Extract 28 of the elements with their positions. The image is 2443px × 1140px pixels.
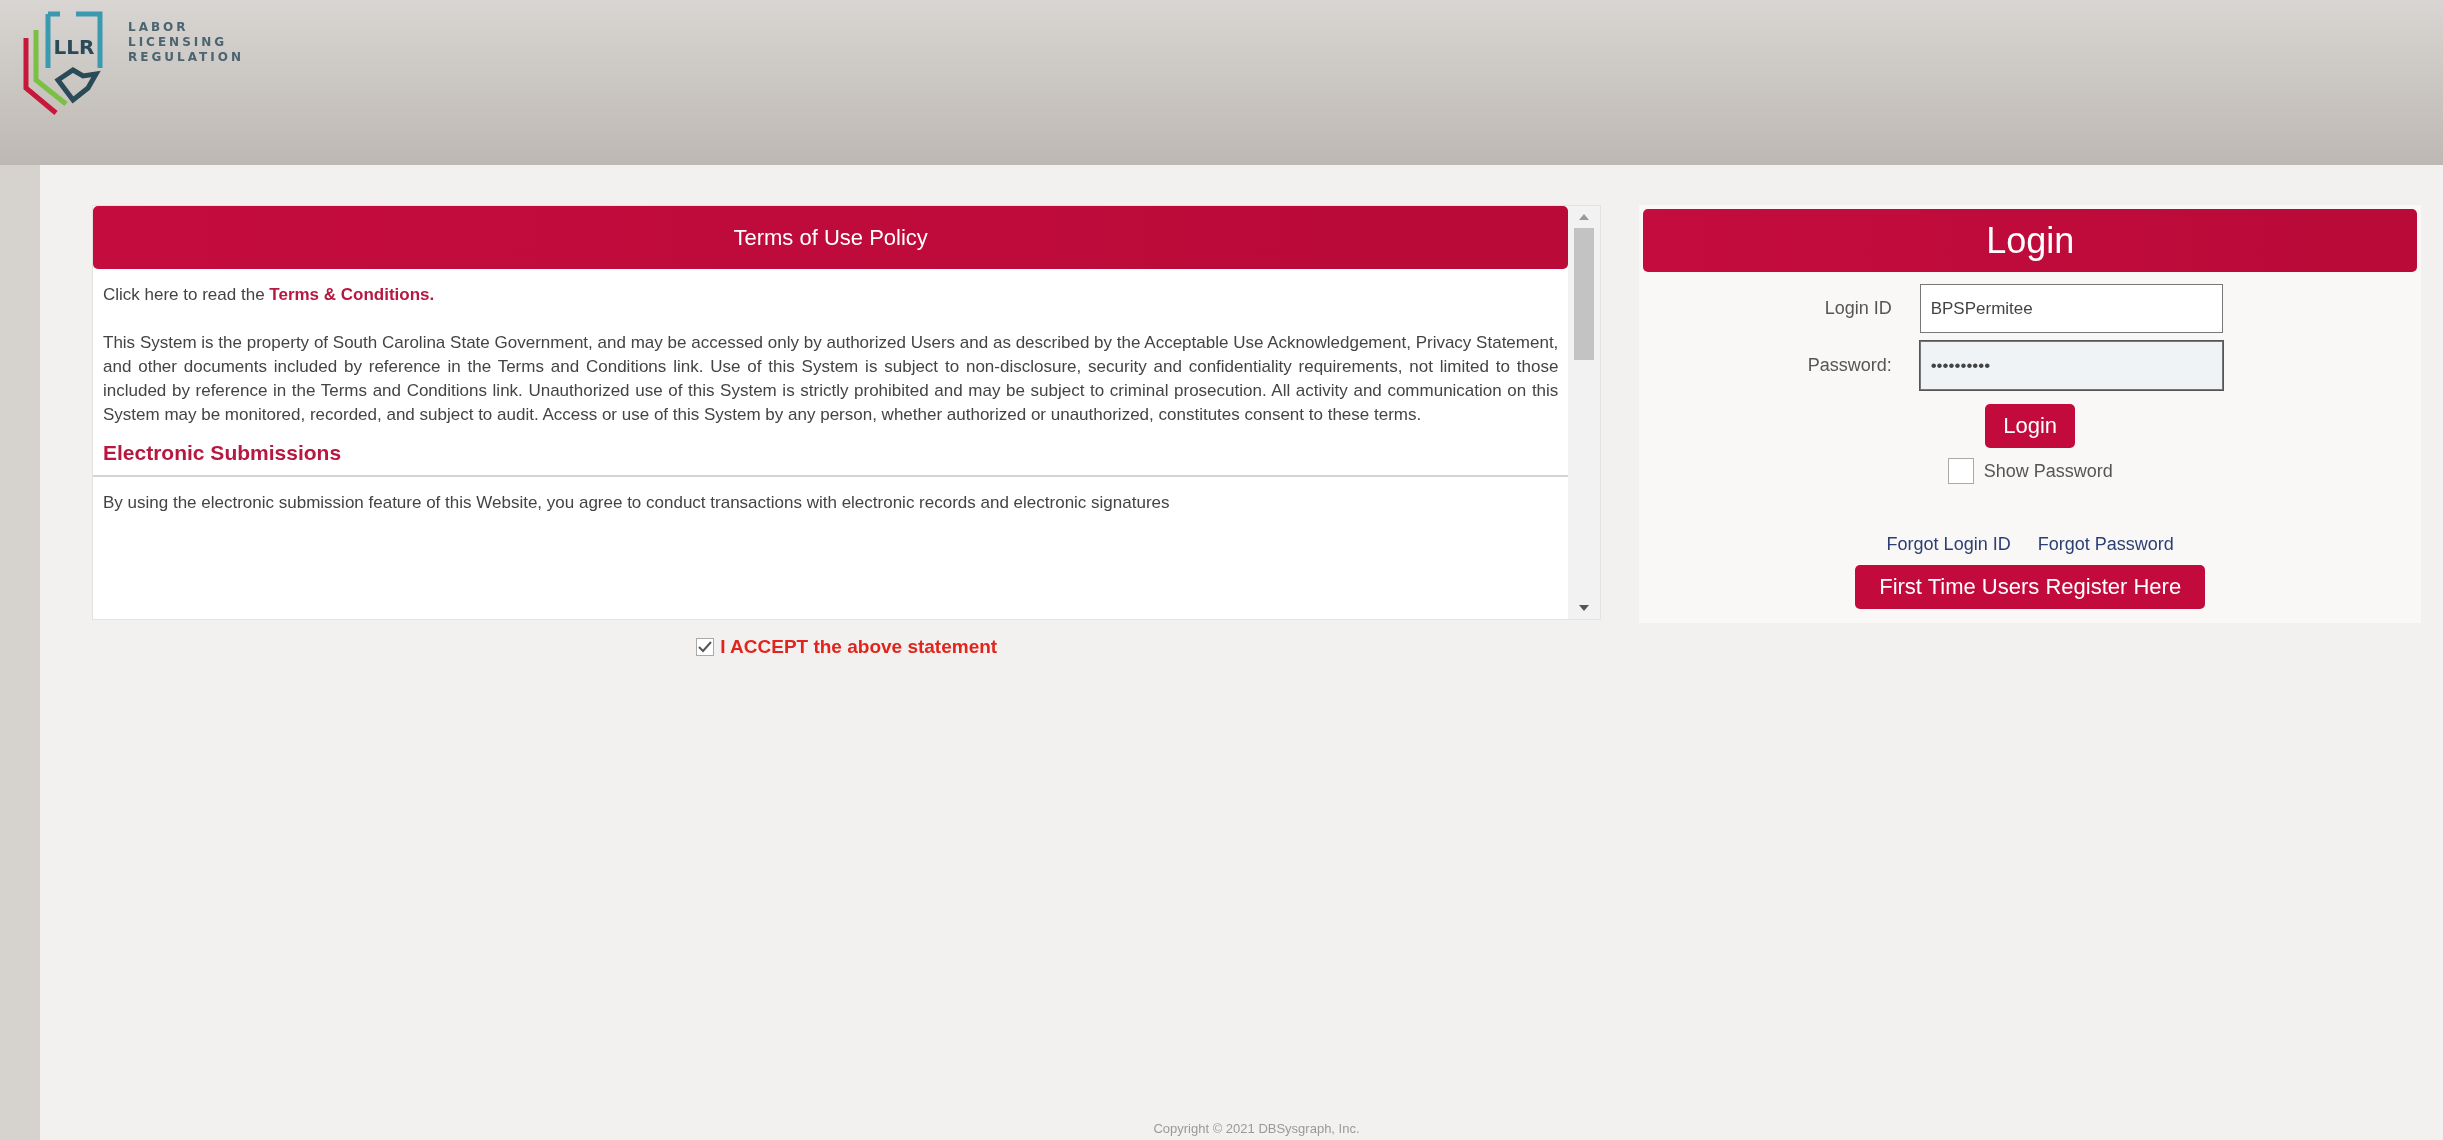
text-input[interactable]: •••••••••• xyxy=(1919,341,2223,390)
scrollbar[interactable] xyxy=(1568,206,1601,619)
forgot-link[interactable]: Forgot Login ID xyxy=(1886,534,2011,555)
scroll-down-icon[interactable] xyxy=(1577,603,1592,613)
login-title: Login xyxy=(1643,209,2417,272)
accept-checkbox[interactable] xyxy=(696,638,715,656)
register-button[interactable]: First Time Users Register Here xyxy=(1855,565,2206,609)
accept-label: I ACCEPT the above statement xyxy=(720,636,998,658)
panel-title: Terms of Use Policy xyxy=(93,206,1569,269)
text-input[interactable]: BPSPermitee xyxy=(1919,284,2223,333)
logo-text: LABOR xyxy=(128,20,190,35)
check-icon xyxy=(698,641,713,653)
show-password-label: Show Password xyxy=(1983,460,2113,482)
field-label: Login ID xyxy=(1823,298,1892,319)
logo-drawing: LLR xyxy=(18,8,118,118)
section-paragraph: By using the electronic submission feature of this Website, you agree to conduct transactions with electronic records and electronic signatures xyxy=(102,492,1171,514)
terms-paragraph: This System is the property of South Carolina State Government, and may be accessed only by authorized Users and as described by the Acceptable Use Acknowledgement, Privacy Statement, and other documents included by reference in the Terms and Conditions link. Use of this System is subject to non-disclosure, security and confidentiality requirements, not limited to those included by reference in the Terms and Conditions link. Unauthorized use of this System is strictly prohibited and may be subject to criminal prosecution. All activity and communication on this System may be monitored, recorded, and subject to audit. Access or use of this System by any person, whether authorized or unauthorized, constitutes consent to these terms. xyxy=(102,332,1560,426)
section-heading: Electronic Submissions xyxy=(93,441,1569,477)
logo-text: REGULATION xyxy=(128,50,244,65)
scroll-up-icon[interactable] xyxy=(1577,212,1592,222)
logo-text: LICENSING xyxy=(128,35,229,50)
copyright-text: Copyright © 2021 DBSysgraph, Inc. xyxy=(1153,1121,1360,1136)
forgot-link[interactable]: Forgot Password xyxy=(2037,534,2174,555)
show-password-checkbox[interactable] xyxy=(1947,458,1974,484)
scroll-thumb[interactable] xyxy=(1574,228,1595,360)
login-button[interactable]: Login xyxy=(1985,404,2076,448)
intro-text: Click here to read the Terms & Conditions. xyxy=(102,284,436,306)
field-label: Password: xyxy=(1806,355,1892,376)
